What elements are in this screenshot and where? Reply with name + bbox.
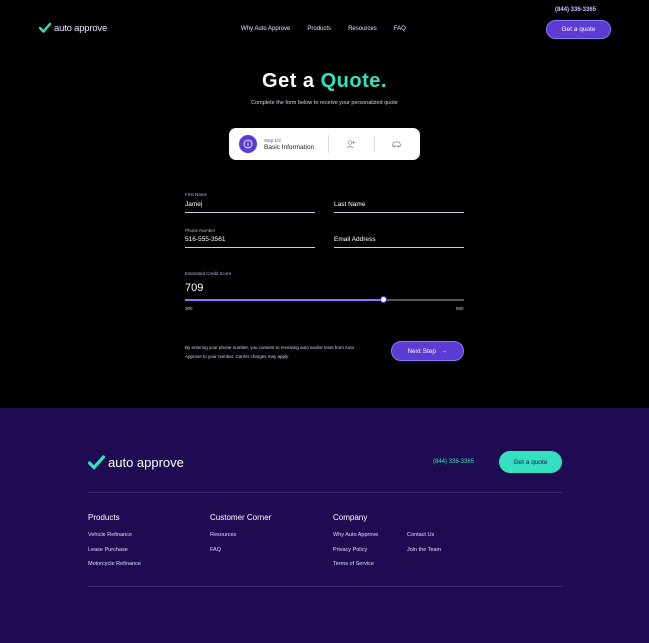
footer-link-join-the-team[interactable]: Join the Team bbox=[407, 547, 441, 553]
next-step-button[interactable]: Next Step → bbox=[391, 341, 464, 361]
credit-score-slider[interactable] bbox=[185, 296, 464, 303]
footer-get-quote-button[interactable]: Get a quote bbox=[499, 451, 562, 473]
current-step: Step 1/3 Basic Information bbox=[264, 138, 326, 151]
page-title: Get a Quote. bbox=[0, 70, 649, 93]
footer-heading-products: Products bbox=[88, 513, 120, 522]
phone-input[interactable]: 516-555-3561 bbox=[185, 236, 225, 243]
slider-min-label: 300 bbox=[185, 306, 193, 311]
footer-heading-customer-corner: Customer Corner bbox=[210, 513, 272, 522]
page-subtitle: Complete the form below to receive your … bbox=[251, 100, 398, 106]
email-input[interactable]: Email Address bbox=[334, 236, 376, 243]
phone-label: Phone Number bbox=[185, 228, 216, 233]
footer-link-vehicle-refinance[interactable]: Vehicle Refinance bbox=[88, 532, 132, 538]
footer-phone-link[interactable]: (844) 336-3365 bbox=[433, 459, 474, 465]
nav-resources[interactable]: Resources bbox=[348, 26, 377, 32]
footer-link-why-auto-approve[interactable]: Why Auto Approve bbox=[333, 532, 378, 538]
title-main: Get a bbox=[262, 70, 315, 92]
slider-thumb[interactable] bbox=[379, 296, 387, 303]
header-phone-link[interactable]: (844) 336-3365 bbox=[555, 7, 596, 13]
footer-link-lease-purchase[interactable]: Lease Purchase bbox=[88, 547, 128, 553]
header-get-quote-button[interactable]: Get a quote bbox=[546, 20, 611, 39]
footer-link-faq[interactable]: FAQ bbox=[210, 547, 221, 553]
phone-underline bbox=[185, 247, 315, 248]
person-icon bbox=[329, 139, 372, 149]
footer-logo[interactable]: auto approve bbox=[88, 455, 184, 470]
footer-logo-text: auto approve bbox=[108, 455, 184, 470]
footer-link-privacy-policy[interactable]: Privacy Policy bbox=[333, 547, 367, 553]
nav-products[interactable]: Products bbox=[307, 26, 331, 32]
slider-fill bbox=[185, 299, 384, 301]
consent-text: By entering your phone number, you conse… bbox=[185, 345, 355, 359]
step-label: Basic Information bbox=[264, 143, 315, 151]
footer-link-terms-of-service[interactable]: Terms of Service bbox=[333, 561, 374, 567]
form-stepper: Step 1/3 Basic Information bbox=[229, 128, 420, 160]
site-footer bbox=[0, 408, 649, 643]
arrow-right-icon: → bbox=[441, 347, 448, 355]
first-name-input[interactable]: Jame| bbox=[185, 201, 203, 208]
footer-divider bbox=[88, 492, 562, 493]
last-name-input[interactable]: Last Name bbox=[334, 201, 365, 208]
first-name-label: First Name bbox=[185, 192, 208, 197]
nav-faq[interactable]: FAQ bbox=[394, 26, 406, 32]
footer-heading-company: Company bbox=[333, 513, 368, 522]
info-icon bbox=[239, 135, 257, 153]
step-counter: Step 1/3 bbox=[264, 137, 281, 143]
header-logo[interactable]: auto approve bbox=[39, 22, 107, 34]
logo-text: auto approve bbox=[54, 22, 108, 34]
credit-score-value: 709 bbox=[185, 282, 204, 294]
nav-why-auto-approve[interactable]: Why Auto Approve bbox=[241, 26, 290, 32]
footer-divider bbox=[88, 586, 562, 587]
quote-page: (844) 336-3365 auto approve Why Auto App… bbox=[0, 0, 649, 408]
main-nav: Why Auto Approve Products Resources FAQ bbox=[241, 26, 406, 32]
car-icon bbox=[375, 140, 418, 149]
footer-link-resources[interactable]: Resources bbox=[210, 532, 236, 538]
slider-max-label: 850 bbox=[456, 306, 464, 311]
footer-link-contact-us[interactable]: Contact Us bbox=[407, 532, 434, 538]
first-name-underline bbox=[185, 212, 315, 213]
logo-check-icon bbox=[39, 22, 51, 34]
credit-score-label: Estimated Credit Score bbox=[185, 271, 232, 276]
email-underline bbox=[334, 247, 464, 248]
footer-link-motorcycle-refinance[interactable]: Motorcycle Refinance bbox=[88, 561, 141, 567]
title-accent: Quote. bbox=[320, 70, 387, 92]
last-name-underline bbox=[334, 212, 464, 213]
next-step-label: Next Step bbox=[407, 347, 437, 355]
logo-check-icon bbox=[88, 455, 105, 470]
